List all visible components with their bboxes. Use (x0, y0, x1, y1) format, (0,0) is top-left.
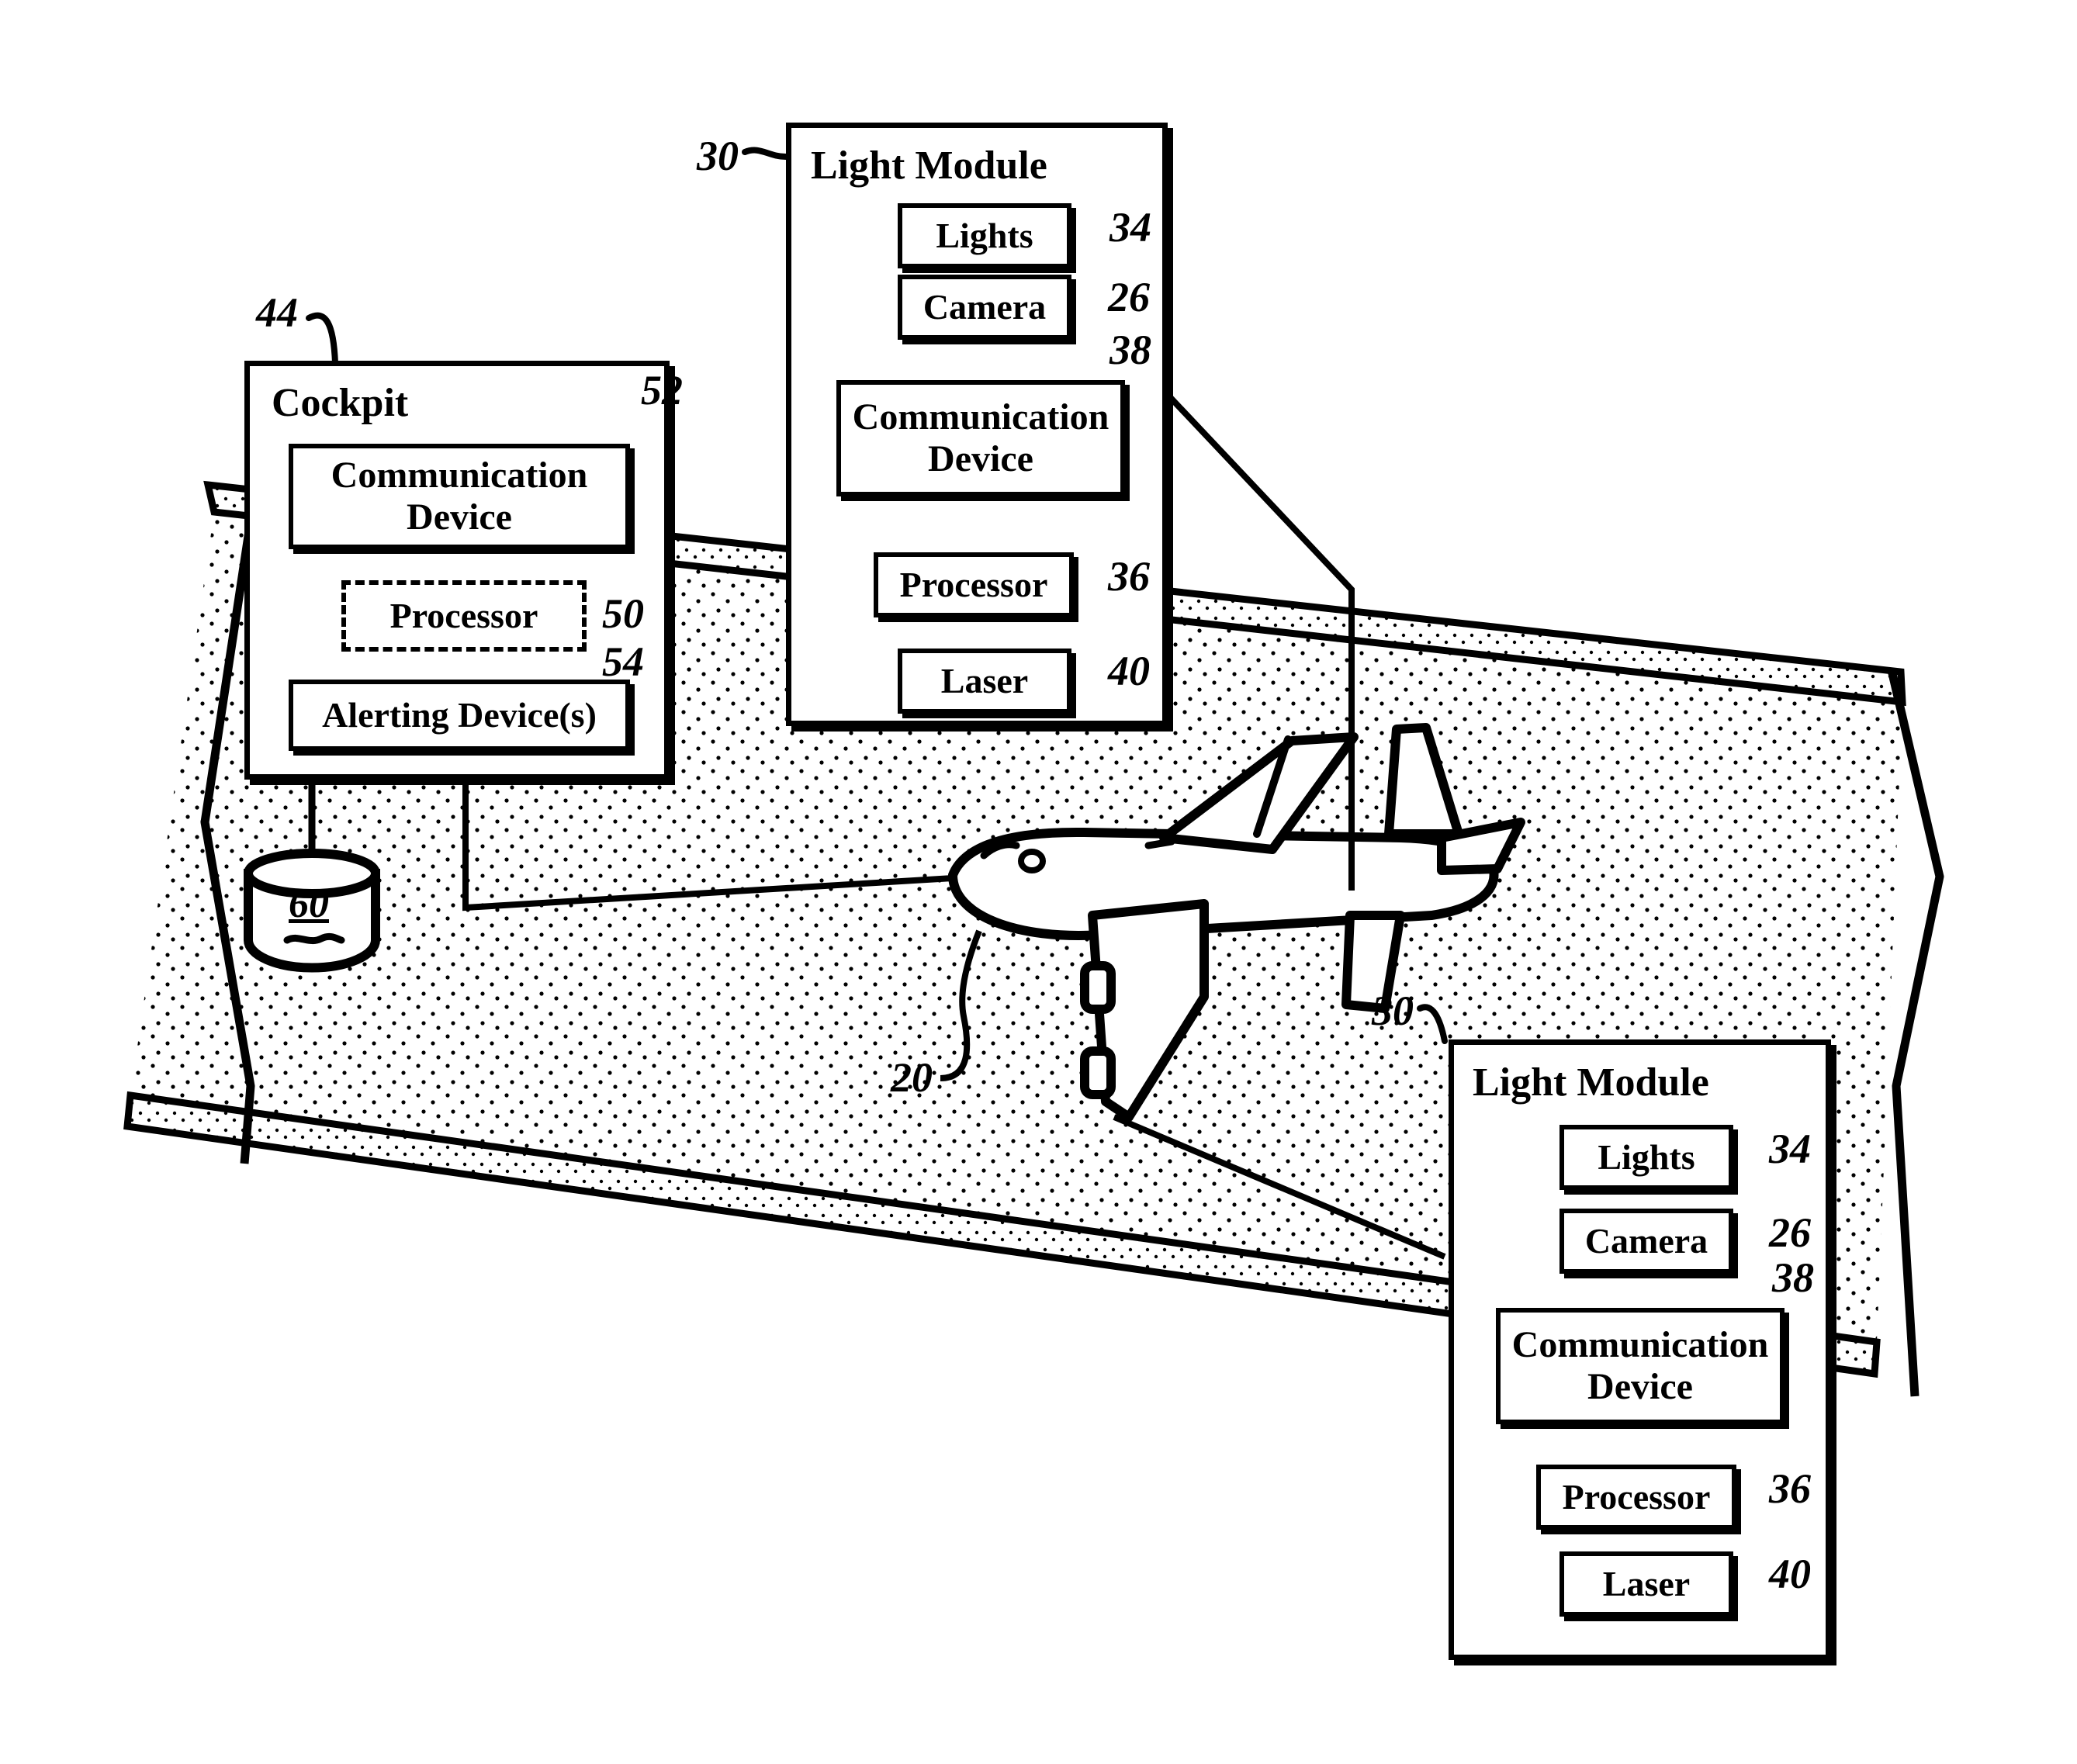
light-module-bottom-processor: Processor (1536, 1465, 1736, 1530)
ref-60: 60 (289, 882, 329, 926)
ref-52: 52 (641, 367, 683, 413)
ref-38-top: 38 (1109, 327, 1151, 373)
light-module-bottom-communication-device: Communication Device (1496, 1308, 1784, 1424)
light-module-top-communication-device: Communication Device (836, 380, 1125, 496)
cockpit-communication-device-label: Communication Device (331, 455, 588, 538)
patent-figure: Cockpit Communication Device Processor A… (0, 0, 2077, 1764)
ref-20: 20 (891, 1054, 933, 1101)
light-module-bottom-lights: Lights (1559, 1125, 1733, 1190)
light-module-top-title: Light Module (811, 144, 1047, 188)
light-module-bottom-lights-label: Lights (1598, 1137, 1695, 1178)
ref-40-top: 40 (1108, 648, 1150, 694)
light-module-top-lights-label: Lights (936, 216, 1033, 256)
ref-44: 44 (256, 289, 298, 336)
cockpit-processor-label: Processor (389, 596, 538, 636)
light-module-top-laser: Laser (898, 649, 1071, 714)
cockpit-title: Cockpit (272, 381, 409, 425)
light-module-bottom-processor-label: Processor (1562, 1477, 1711, 1517)
light-module-top-processor-label: Processor (899, 565, 1048, 605)
light-module-top-laser-label: Laser (940, 661, 1029, 701)
ref-30-bottom: 30 (1372, 987, 1414, 1034)
ref-36-bottom: 36 (1769, 1465, 1811, 1512)
light-module-top-camera: Camera (898, 275, 1071, 340)
ref-30-top: 30 (697, 133, 739, 179)
ref-26-bottom: 26 (1769, 1209, 1811, 1256)
ref-54: 54 (602, 638, 644, 685)
light-module-bottom-title: Light Module (1473, 1060, 1709, 1105)
light-module-top-communication-device-label: Communication Device (852, 396, 1109, 479)
database-underline (283, 932, 345, 945)
light-module-top-processor: Processor (874, 552, 1074, 617)
ref-38-bottom: 38 (1772, 1254, 1814, 1301)
cockpit-alerting-devices: Alerting Device(s) (289, 680, 630, 751)
cockpit-alerting-devices-label: Alerting Device(s) (322, 695, 597, 735)
ref-36-top: 36 (1108, 553, 1150, 600)
cockpit-communication-device: Communication Device (289, 444, 630, 549)
light-module-bottom-communication-device-label: Communication Device (1511, 1324, 1769, 1407)
ref-50: 50 (602, 590, 644, 637)
ref-40-bottom: 40 (1769, 1551, 1811, 1597)
ref-34-top: 34 (1109, 204, 1151, 251)
light-module-bottom-camera: Camera (1559, 1209, 1733, 1274)
light-module-top-camera-label: Camera (923, 287, 1047, 327)
light-module-bottom-camera-label: Camera (1584, 1221, 1708, 1261)
ref-26-top: 26 (1108, 274, 1150, 320)
cockpit-processor: Processor (341, 580, 587, 652)
light-module-top-lights: Lights (898, 203, 1071, 268)
light-module-bottom-laser: Laser (1559, 1551, 1733, 1617)
ref-34-bottom: 34 (1769, 1126, 1811, 1172)
light-module-bottom-laser-label: Laser (1602, 1564, 1691, 1604)
